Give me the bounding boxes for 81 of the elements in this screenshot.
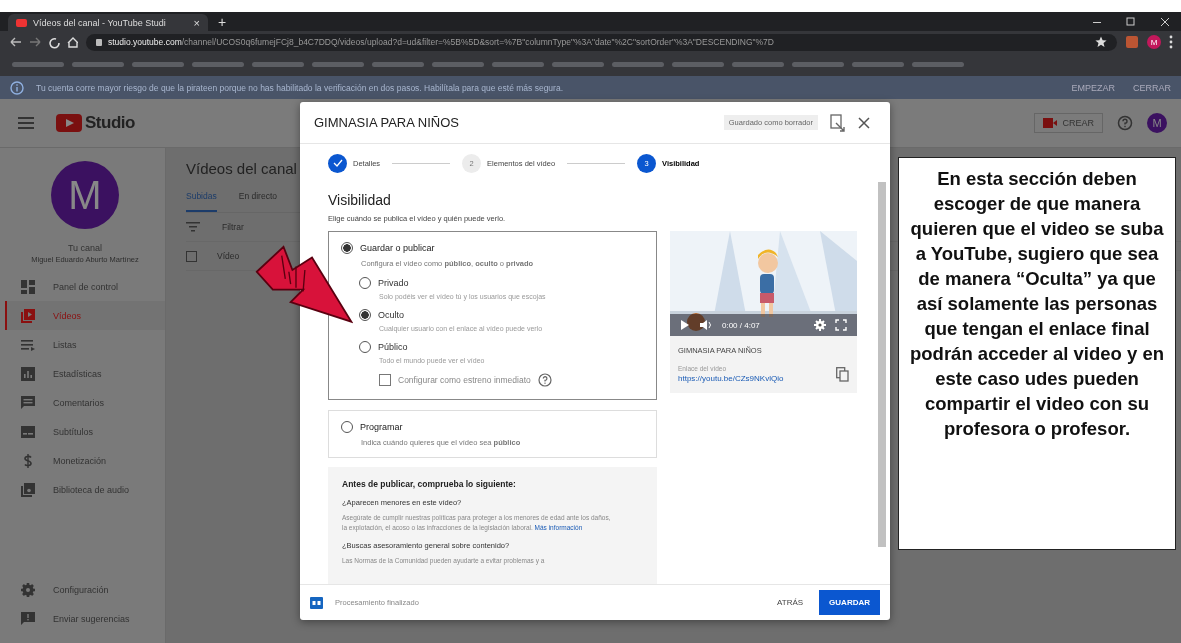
url-text: studio.youtube.com/channel/UCOS0q6fumejFCj8_b4C7DDQ/videos/upload?d=ud&filter=%5B%5D&sort=%7B"columnType"%3A"date"%2C"sortOrder"%3A"DESCENDING"%7D bbox=[108, 37, 774, 47]
sidebar-item[interactable]: Monetización bbox=[5, 446, 165, 475]
browser-tab[interactable]: Vídeos del canal - YouTube Studi × bbox=[8, 14, 208, 31]
close-icon[interactable] bbox=[858, 116, 870, 129]
tab-close-button[interactable]: × bbox=[193, 16, 200, 29]
radio-button[interactable] bbox=[359, 277, 371, 289]
play-icon[interactable] bbox=[680, 319, 690, 331]
radio-button[interactable] bbox=[341, 421, 353, 433]
sidebar-item[interactable]: Estadísticas bbox=[5, 359, 165, 388]
sidebar-item[interactable]: Configuración bbox=[5, 575, 165, 604]
star-icon[interactable] bbox=[1095, 36, 1107, 48]
video-icon bbox=[20, 307, 36, 324]
channel-avatar[interactable]: M bbox=[51, 161, 119, 229]
sidebar-item[interactable]: Listas bbox=[5, 330, 165, 359]
option-label: Público bbox=[378, 342, 408, 352]
radio-button[interactable] bbox=[341, 242, 353, 254]
page-title: Vídeos del canal bbox=[186, 160, 297, 177]
tab-title: Vídeos del canal - YouTube Studi bbox=[33, 17, 167, 28]
dashboard-icon bbox=[20, 278, 36, 295]
audio-icon bbox=[20, 481, 36, 498]
help-icon[interactable] bbox=[537, 373, 552, 387]
scrollbar-thumb[interactable] bbox=[878, 182, 886, 547]
menu-icon[interactable] bbox=[18, 117, 34, 129]
save-button[interactable]: GUARDAR bbox=[819, 590, 880, 615]
camera-icon bbox=[1043, 118, 1058, 128]
option-label: Privado bbox=[378, 278, 409, 288]
option-label: Oculto bbox=[378, 310, 404, 320]
navigation-icon[interactable] bbox=[8, 35, 78, 49]
settings-icon[interactable] bbox=[814, 319, 826, 331]
subtitles-icon bbox=[20, 423, 36, 440]
section-heading: Visibilidad bbox=[328, 192, 392, 208]
sidebar-item[interactable]: Vídeos bbox=[5, 301, 165, 330]
info-icon bbox=[10, 80, 24, 95]
annotation-text: En esta sección deben escoger de que manera quieren que el video se suba a YouTube, sugiero que sea de manera “Oculta” ya que así solamente las personas que tengan el enlace final podrán acceder al video y en este caso udes pueden compartir el video con su profesora o profesor. bbox=[909, 167, 1165, 441]
select-all-checkbox[interactable] bbox=[186, 250, 197, 262]
column-header: Vídeo bbox=[217, 251, 240, 261]
studio-logo[interactable]: Studio bbox=[85, 113, 135, 133]
option-label: Programar bbox=[360, 422, 403, 432]
lock-icon bbox=[96, 38, 102, 46]
option-label: Guardar o publicar bbox=[360, 243, 435, 253]
filter-field[interactable]: Filtrar bbox=[220, 221, 284, 233]
address-bar[interactable]: studio.youtube.com/channel/UCOS0q6fumejFCj8_b4C7DDQ/videos/upload?d=ud&filter=%5B%5D&sort=%7B"columnType"%3A"date"%2C"sortOrder"%3A"DESCENDING"%7D bbox=[86, 33, 1117, 51]
sidebar-item[interactable]: Panel de control bbox=[5, 272, 165, 301]
warning-action[interactable]: CERRAR bbox=[1133, 82, 1171, 93]
dialog-title: GIMNASIA PARA NIÑOS bbox=[314, 115, 459, 130]
sidebar-item[interactable]: Comentarios bbox=[5, 388, 165, 417]
profile-avatar[interactable]: M bbox=[1147, 35, 1161, 49]
pdf-extension-icon[interactable] bbox=[1125, 35, 1139, 49]
volume-icon[interactable] bbox=[699, 319, 713, 331]
settings-icon bbox=[20, 581, 36, 598]
sidebar-item[interactable]: Biblioteca de audio bbox=[5, 475, 165, 504]
radio-button[interactable] bbox=[359, 309, 371, 321]
help-icon[interactable] bbox=[1117, 115, 1133, 131]
content-tab[interactable]: En directo bbox=[238, 191, 277, 212]
hd-status-icon bbox=[310, 596, 323, 609]
account-avatar[interactable]: M bbox=[1147, 113, 1167, 133]
checklist-title: Antes de publicar, comprueba lo siguiente: bbox=[342, 479, 517, 489]
create-button[interactable]: CREAR bbox=[1034, 113, 1103, 133]
new-tab-button[interactable]: + bbox=[218, 13, 227, 30]
channel-label: Tu canal bbox=[66, 243, 104, 253]
feedback-icon[interactable] bbox=[830, 113, 846, 132]
player-time: 0:00 / 4:07 bbox=[722, 320, 760, 330]
feedback-icon bbox=[20, 610, 36, 627]
sidebar-item[interactable]: Subtítulos bbox=[5, 417, 165, 446]
more-icon[interactable] bbox=[1169, 35, 1173, 49]
filter-icon[interactable] bbox=[186, 222, 200, 232]
warning-action[interactable]: EMPEZAR bbox=[1071, 82, 1115, 93]
premiere-checkbox[interactable] bbox=[379, 374, 391, 386]
radio-button[interactable] bbox=[359, 341, 371, 353]
security-warning: Tu cuenta corre mayor riesgo de que la pirateen porque no has habilitado la verificación en dos pasos. Habilítala para que esté más segura. bbox=[36, 82, 563, 93]
stats-icon bbox=[20, 365, 36, 382]
fullscreen-icon[interactable] bbox=[835, 319, 847, 331]
youtube-favicon-icon bbox=[16, 18, 27, 27]
video-link[interactable]: https://youtu.be/CZs9NKvlQio bbox=[678, 374, 784, 383]
sidebar-item[interactable]: Enviar sugerencias bbox=[5, 604, 165, 633]
comment-icon bbox=[20, 394, 36, 411]
content-tab[interactable]: Subidas bbox=[186, 191, 217, 212]
back-button[interactable]: ATRÁS bbox=[773, 592, 808, 613]
play-logo-icon bbox=[56, 114, 82, 132]
checkbox-label: Configurar como estreno inmediato bbox=[398, 375, 531, 385]
copy-icon[interactable] bbox=[836, 366, 849, 382]
